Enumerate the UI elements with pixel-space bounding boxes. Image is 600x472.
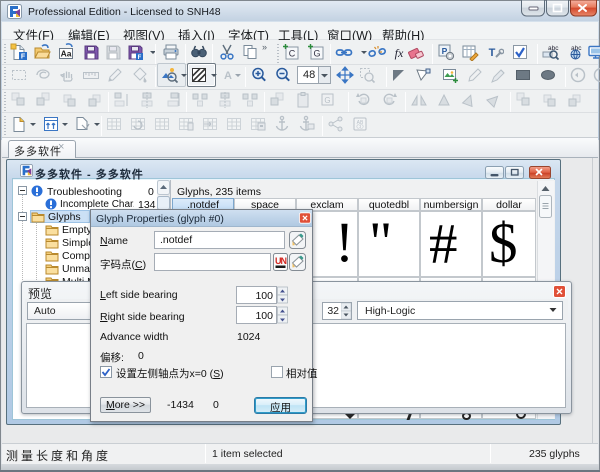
svg-text:C: C (289, 49, 296, 59)
svg-text:G: G (313, 49, 320, 59)
svg-text:UN: UN (275, 256, 286, 266)
svg-text:T: T (489, 47, 496, 59)
svg-text:F: F (138, 55, 142, 61)
svg-text:fx: fx (395, 46, 404, 60)
svg-text:Aa: Aa (61, 49, 72, 59)
svg-text:CD: CD (356, 125, 364, 131)
svg-text:G: G (324, 96, 330, 105)
svg-text:F: F (21, 54, 26, 61)
